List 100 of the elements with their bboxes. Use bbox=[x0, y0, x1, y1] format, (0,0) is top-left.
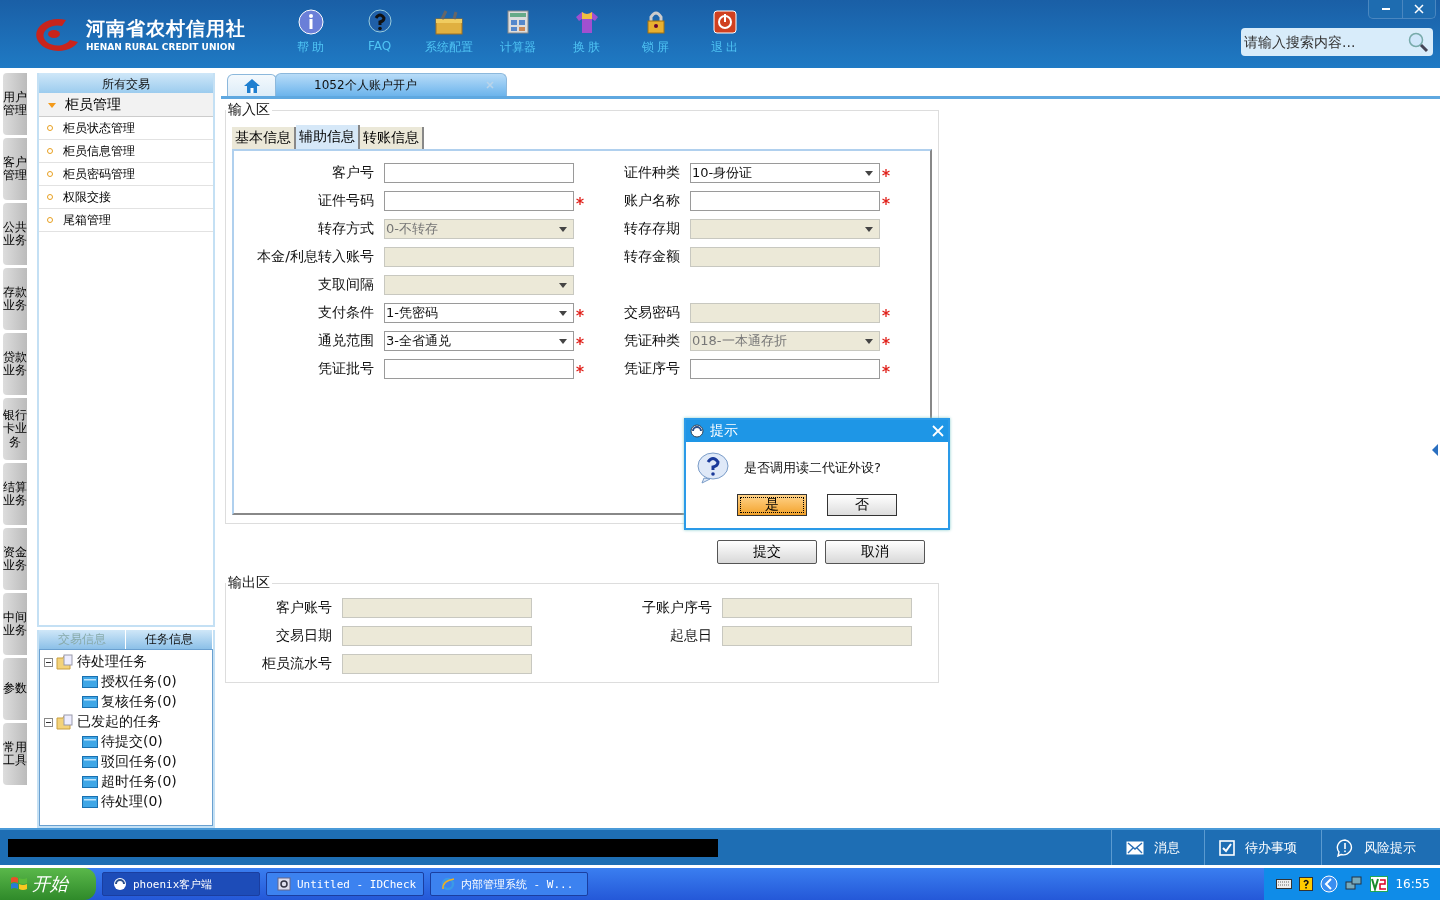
clock: 16:55 bbox=[1395, 877, 1430, 891]
folder-icon bbox=[82, 676, 98, 688]
taskbar-item[interactable]: 内部管理系统 - W... bbox=[430, 872, 588, 896]
field-label: 转存方式 bbox=[317, 220, 374, 238]
expand-icon[interactable] bbox=[1432, 444, 1438, 456]
logo-subtitle: HENAN RURAL CREDIT UNION bbox=[86, 42, 236, 52]
field-label: 柜员流水号 bbox=[261, 655, 332, 673]
folder-icon bbox=[56, 714, 74, 730]
collapse-icon[interactable] bbox=[44, 657, 53, 667]
windows-icon bbox=[10, 876, 28, 892]
folder-icon bbox=[82, 736, 98, 748]
browser-icon bbox=[441, 877, 455, 891]
help-icon bbox=[366, 9, 393, 35]
tree-item[interactable]: 待提交(0) bbox=[101, 733, 163, 751]
tree-item[interactable]: 授权任务(0) bbox=[101, 673, 177, 691]
input-field[interactable] bbox=[384, 191, 574, 211]
input-field[interactable] bbox=[384, 359, 574, 379]
field-label: 交易密码 bbox=[623, 304, 680, 322]
input-field[interactable] bbox=[690, 191, 880, 211]
power-icon bbox=[711, 9, 738, 35]
taskbar-item[interactable]: phoenix客户端 bbox=[102, 872, 260, 896]
checkbox-icon bbox=[1219, 839, 1235, 856]
form-button[interactable]: 取消 bbox=[825, 540, 925, 564]
caret-icon bbox=[865, 339, 873, 344]
mail-icon bbox=[1126, 840, 1144, 855]
side-tab[interactable]: 资金业务 bbox=[3, 528, 27, 590]
logo-title: 河南省农村信用社 bbox=[86, 16, 246, 41]
field-label: 客户号 bbox=[331, 164, 374, 182]
side-tab[interactable]: 结算业务 bbox=[3, 463, 27, 525]
area-title: 输出区 bbox=[227, 574, 271, 592]
form-tab[interactable]: 转账信息 bbox=[360, 127, 424, 149]
side-tab[interactable]: 客户管理 bbox=[3, 138, 27, 200]
side-tab[interactable]: 存款业务 bbox=[3, 268, 27, 330]
side-tab[interactable]: 用户管理 bbox=[3, 73, 27, 135]
dialog-button[interactable]: 是 bbox=[737, 494, 807, 516]
app-icon bbox=[690, 424, 704, 438]
side-tab[interactable]: 参数 bbox=[3, 658, 27, 720]
tree-item[interactable]: 待处理(0) bbox=[101, 793, 163, 811]
menu-group[interactable]: 柜员管理 bbox=[39, 93, 213, 117]
dialog-message: 是否调用读二代证外设? bbox=[744, 459, 881, 477]
home-tab[interactable] bbox=[227, 74, 277, 96]
field-label: 本金/利息转入账号 bbox=[256, 248, 374, 266]
field-label: 子账户序号 bbox=[641, 599, 712, 617]
minimize-icon bbox=[1381, 8, 1390, 10]
side-tab[interactable]: 常用工具 bbox=[3, 723, 27, 785]
search-field[interactable]: 请输入搜索内容... bbox=[1241, 28, 1433, 56]
tray-app-icon[interactable] bbox=[1370, 876, 1389, 892]
question-icon bbox=[696, 452, 730, 484]
field-label: 转存金额 bbox=[623, 248, 680, 266]
taskbar-item[interactable]: Untitled - IDCheck bbox=[266, 872, 424, 896]
field-label: 通兑范围 bbox=[317, 332, 374, 350]
network-icon[interactable] bbox=[1345, 876, 1364, 892]
field-label: 支取间隔 bbox=[317, 276, 374, 294]
panel-tab[interactable]: 任务信息 bbox=[126, 630, 213, 649]
panel-title: 所有交易 bbox=[39, 73, 213, 93]
field-label: 账户名称 bbox=[623, 192, 680, 210]
tree-item[interactable]: 复核任务(0) bbox=[101, 693, 177, 711]
dropdown[interactable]: 1-凭密码 bbox=[384, 303, 574, 323]
shirt-icon bbox=[573, 9, 600, 35]
tree-item[interactable]: 驳回任务(0) bbox=[101, 753, 177, 771]
field-label: 凭证种类 bbox=[623, 332, 680, 350]
collapse-icon[interactable] bbox=[44, 717, 53, 727]
side-tab[interactable]: 银行卡业务 bbox=[3, 398, 27, 460]
toolbox-icon bbox=[433, 9, 464, 35]
side-tab[interactable]: 贷款业务 bbox=[3, 333, 27, 395]
field-label: 证件种类 bbox=[623, 164, 680, 182]
keyboard-icon[interactable] bbox=[1276, 879, 1293, 889]
info-icon bbox=[297, 9, 324, 35]
folder-icon bbox=[82, 756, 98, 768]
form-tab[interactable]: 基本信息 bbox=[232, 127, 296, 149]
tree-item[interactable]: 待处理任务 bbox=[77, 653, 147, 671]
side-tab[interactable]: 公共业务 bbox=[3, 203, 27, 265]
search-icon[interactable] bbox=[1407, 31, 1429, 53]
back-icon[interactable] bbox=[1320, 875, 1339, 893]
field-label: 证件号码 bbox=[317, 192, 374, 210]
field-label: 交易日期 bbox=[275, 627, 332, 645]
form-button[interactable]: 提交 bbox=[717, 540, 817, 564]
caret-icon bbox=[865, 171, 873, 176]
folder-icon bbox=[56, 654, 74, 670]
dropdown[interactable]: 10-身份证 bbox=[690, 163, 880, 183]
field-label: 凭证批号 bbox=[317, 360, 374, 378]
help-icon[interactable] bbox=[1299, 877, 1314, 891]
dialog-title: 提示 bbox=[710, 422, 738, 440]
form-tab[interactable]: 辅助信息 bbox=[296, 125, 360, 149]
page-tab[interactable]: 1052个人账户开户 bbox=[275, 73, 507, 96]
field-label: 支付条件 bbox=[317, 304, 374, 322]
dropdown[interactable]: 3-全省通兑 bbox=[384, 331, 574, 351]
tree-item[interactable]: 超时任务(0) bbox=[101, 773, 177, 791]
side-tab[interactable]: 中间业务 bbox=[3, 593, 27, 655]
input-field[interactable] bbox=[690, 359, 880, 379]
app-icon bbox=[113, 877, 127, 891]
calculator-icon bbox=[504, 9, 531, 35]
tab-label[interactable]: 1052个人账户开户 bbox=[314, 76, 417, 94]
dialog-button[interactable]: 否 bbox=[827, 494, 897, 516]
field-label: 起息日 bbox=[669, 627, 712, 645]
field-label: 凭证序号 bbox=[623, 360, 680, 378]
caret-icon bbox=[559, 227, 567, 232]
tree-item[interactable]: 已发起的任务 bbox=[77, 713, 161, 731]
folder-icon bbox=[82, 776, 98, 788]
input-field[interactable] bbox=[384, 163, 574, 183]
